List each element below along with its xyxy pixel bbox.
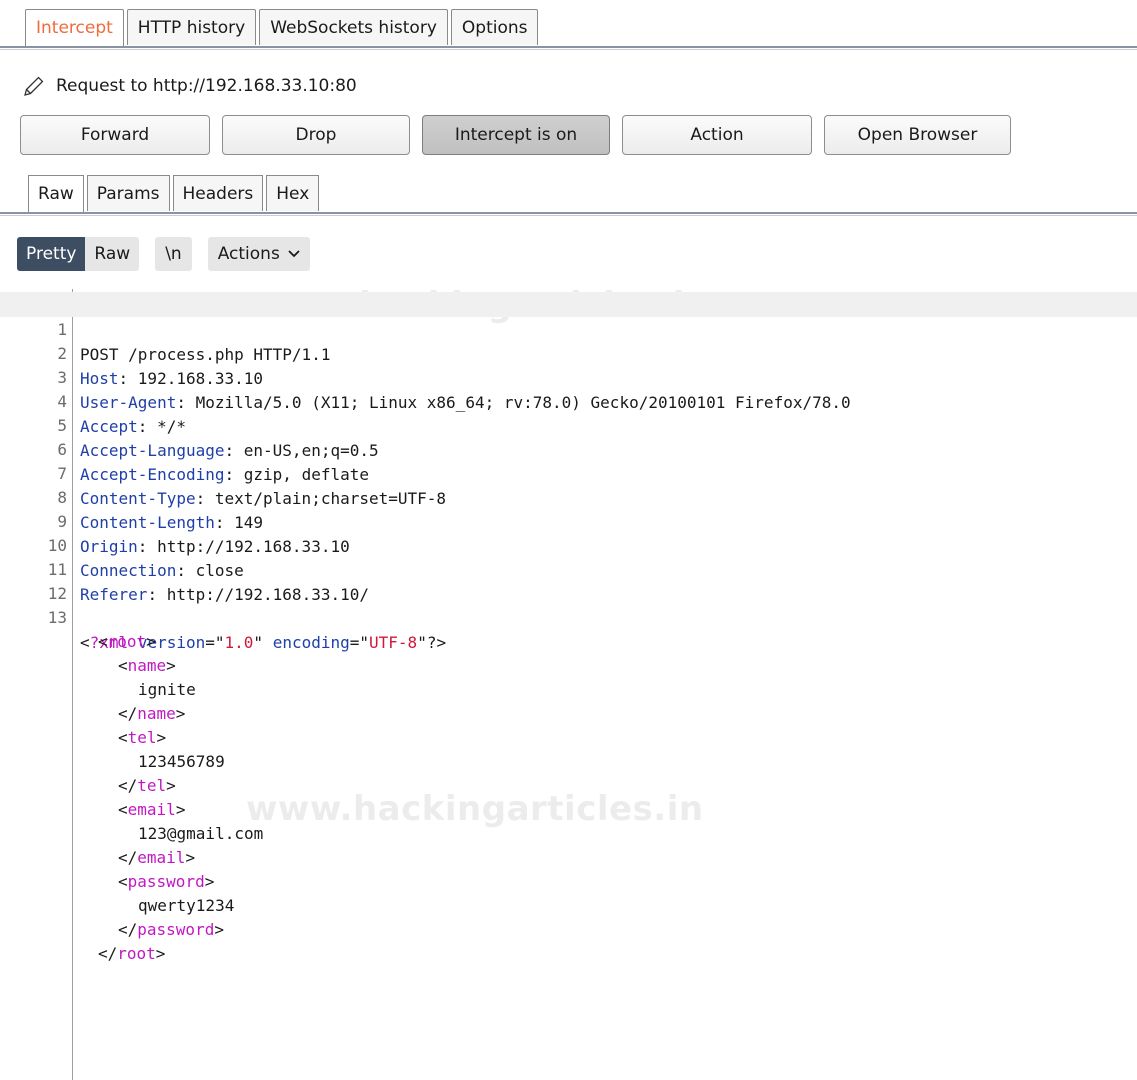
tab-divider-shadow xyxy=(0,49,1137,50)
top-tab-bar: Intercept HTTP history WebSockets histor… xyxy=(25,9,541,47)
code-line: <email> xyxy=(0,772,1137,819)
tab-headers[interactable]: Headers xyxy=(172,175,264,211)
code-line: 4 Accept: */* xyxy=(0,364,1137,436)
request-editor[interactable]: www.hackingarticles.in www.hackingarticl… xyxy=(0,285,1137,1080)
code-line: </tel> xyxy=(0,748,1137,795)
request-header: Request to http://192.168.33.10:80 xyxy=(22,73,357,99)
code-line: 9 Origin: http://192.168.33.10 xyxy=(0,484,1137,556)
code-line: </root> xyxy=(0,916,1137,963)
code-line: 123456789 xyxy=(0,724,1137,771)
tab-divider xyxy=(0,46,1137,48)
code-line: 13 <?xml version="1.0" encoding="UTF-8"?… xyxy=(0,580,1137,652)
code-line: <password> xyxy=(0,844,1137,891)
raw-toggle[interactable]: Raw xyxy=(85,237,140,271)
code-line: </name> xyxy=(0,676,1137,723)
view-mode-toggle: Pretty Raw xyxy=(17,237,140,271)
code-line: qwerty1234 xyxy=(0,868,1137,915)
code-line: 123@gmail.com xyxy=(0,796,1137,843)
open-browser-button[interactable]: Open Browser xyxy=(824,115,1011,155)
view-mode-bar: Pretty Raw \n Actions xyxy=(17,237,310,271)
subtab-divider xyxy=(0,212,1137,214)
code-line: 5 Accept-Language: en-US,en;q=0.5 xyxy=(0,388,1137,460)
tab-intercept[interactable]: Intercept xyxy=(25,9,124,47)
pencil-icon xyxy=(24,76,44,96)
code-line: </password> xyxy=(0,892,1137,939)
tab-raw[interactable]: Raw xyxy=(28,175,84,213)
code-line: 1 POST /process.php HTTP/1.1 xyxy=(0,292,1137,364)
tab-hex[interactable]: Hex xyxy=(266,175,320,211)
drop-button[interactable]: Drop xyxy=(222,115,410,155)
intercept-toolbar: Forward Drop Intercept is on Action Open… xyxy=(20,115,1023,155)
pretty-toggle[interactable]: Pretty xyxy=(17,237,86,271)
code-line: 8 Content-Length: 149 xyxy=(0,460,1137,532)
xml-close-tag: </root> xyxy=(98,944,166,963)
tab-params[interactable]: Params xyxy=(86,175,170,211)
message-tab-bar: Raw Params Headers Hex xyxy=(28,175,322,213)
actions-label: Actions xyxy=(217,244,280,264)
code-line: </email> xyxy=(0,820,1137,867)
request-target-label: Request to http://192.168.33.10:80 xyxy=(56,76,357,96)
tab-websockets-history[interactable]: WebSockets history xyxy=(259,9,448,45)
subtab-divider-shadow xyxy=(0,215,1137,216)
code-line: <tel> xyxy=(0,700,1137,747)
code-line: 2 Host: 192.168.33.10 xyxy=(0,316,1137,388)
forward-button[interactable]: Forward xyxy=(20,115,210,155)
intercept-toggle-button[interactable]: Intercept is on xyxy=(422,115,610,155)
actions-dropdown[interactable]: Actions xyxy=(207,237,310,271)
tab-http-history[interactable]: HTTP history xyxy=(126,9,257,45)
code-line: <name> xyxy=(0,628,1137,675)
code-line: <root> xyxy=(0,604,1137,651)
tab-options[interactable]: Options xyxy=(450,9,539,45)
newline-toggle[interactable]: \n xyxy=(155,237,192,271)
code-line: 12 xyxy=(0,556,1137,603)
code-line: 6 Accept-Encoding: gzip, deflate xyxy=(0,412,1137,484)
code-line: 3 User-Agent: Mozilla/5.0 (X11; Linux x8… xyxy=(0,340,1137,412)
chevron-down-icon xyxy=(288,250,300,258)
code-line: 7 Content-Type: text/plain;charset=UTF-8 xyxy=(0,436,1137,508)
code-line: 11 Referer: http://192.168.33.10/ xyxy=(0,532,1137,604)
action-button[interactable]: Action xyxy=(622,115,812,155)
code-line: ignite xyxy=(0,652,1137,699)
code-line: 10 Connection: close xyxy=(0,508,1137,580)
